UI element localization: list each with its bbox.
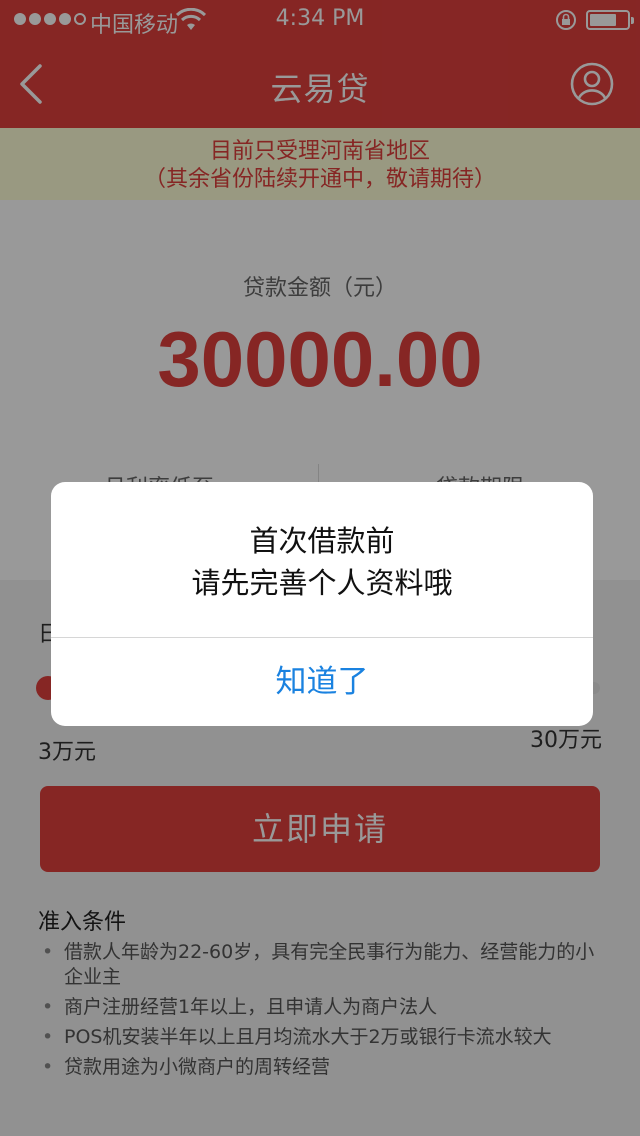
alert-message-line-1: 首次借款前	[249, 524, 395, 558]
alert-message: 首次借款前 请先完善个人资料哦	[51, 520, 593, 604]
alert-dialog: 首次借款前 请先完善个人资料哦 知道了	[51, 482, 593, 726]
alert-message-line-2: 请先完善个人资料哦	[191, 566, 453, 600]
acknowledge-button[interactable]: 知道了	[51, 638, 593, 726]
